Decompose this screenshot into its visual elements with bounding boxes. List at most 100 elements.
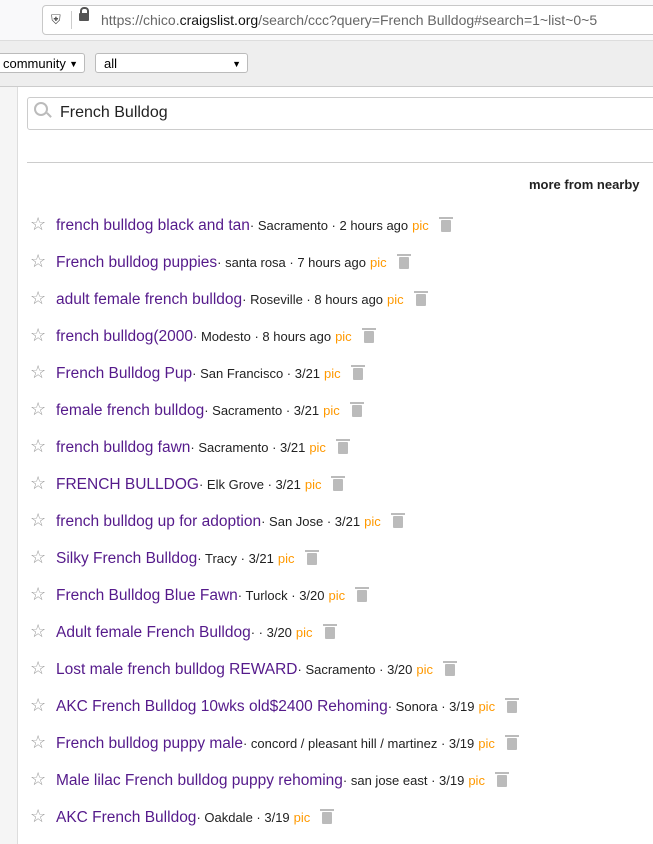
trash-icon[interactable] [320,809,335,824]
star-icon[interactable]: ☆ [30,473,56,494]
more-from-nearby-heading: more from nearby [529,177,640,192]
star-icon[interactable]: ☆ [30,214,56,235]
result-row: ☆ French bulldog puppies · santa rosa · 7… [30,251,411,273]
trash-icon[interactable] [396,254,411,269]
result-row: ☆ French Bulldog Pup · San Francisco · 3/… [30,362,365,384]
result-meta: · san jose east · 3/19 [342,773,465,788]
result-meta: · Elk Grove · 3/21 [198,477,301,492]
result-title-link[interactable]: french bulldog up for adoption [56,513,261,531]
result-title-link[interactable]: adult female french bulldog [56,291,242,309]
result-title-link[interactable]: french bulldog black and tan [56,217,250,235]
pic-badge: pic [309,440,326,455]
result-row: ☆ French Bulldog Blue Fawn · Turlock · 3/… [30,584,370,606]
trash-icon[interactable] [438,217,453,232]
filter-toolbar: community ▼ all ▼ [0,41,653,87]
pic-badge: pic [304,477,322,492]
result-title-link[interactable]: FRENCH BULLDOG [56,476,199,494]
result-title-link[interactable]: French Bulldog Blue Fawn [56,587,238,605]
pic-badge: pic [324,366,341,381]
result-row: ☆ french bulldog fawn · Sacramento · 3/21… [30,436,350,458]
trash-icon[interactable] [390,513,405,528]
star-icon[interactable]: ☆ [30,584,56,605]
trash-icon[interactable] [494,772,509,787]
star-icon[interactable]: ☆ [30,399,56,420]
star-icon[interactable]: ☆ [30,288,56,309]
star-icon[interactable]: ☆ [30,806,56,827]
pic-badge: pic [478,736,495,751]
pic-badge: pic [364,514,381,529]
star-icon[interactable]: ☆ [30,325,56,346]
result-meta: · Sonora · 3/19 [387,699,475,714]
result-row: ☆ AKC French Bulldog · Oakdale · 3/19 pic [30,806,335,828]
result-title-link[interactable]: french bulldog fawn [56,439,190,457]
star-icon[interactable]: ☆ [30,769,56,790]
search-icon [34,102,48,116]
result-title-link[interactable]: French Bulldog Pup [56,365,192,383]
result-title-link[interactable]: AKC French Bulldog [56,809,196,827]
search-input[interactable] [58,103,562,123]
result-title-link[interactable]: female french bulldog [56,402,204,420]
result-meta: · Sacramento · 3/20 [297,662,413,677]
trash-icon[interactable] [355,587,370,602]
pic-badge: pic [293,810,311,825]
star-icon[interactable]: ☆ [30,251,56,272]
star-icon[interactable]: ☆ [30,362,56,383]
star-icon[interactable]: ☆ [30,658,56,679]
result-title-link[interactable]: french bulldog(2000 [56,328,193,346]
result-title-link[interactable]: Lost male french bulldog REWARD [56,661,298,679]
trash-icon[interactable] [504,735,519,750]
search-box [27,97,653,130]
trash-icon[interactable] [413,291,428,306]
pic-badge: pic [323,403,340,418]
divider [27,162,653,163]
result-meta: · Roseville · 8 hours ago [242,292,384,307]
star-icon[interactable]: ☆ [30,436,56,457]
lock-icon [79,7,89,21]
result-meta: · Sacramento · 3/21 [190,440,306,455]
result-meta: · Modesto · 8 hours ago [193,329,332,344]
trash-icon[interactable] [304,550,319,565]
url-field[interactable]: ⛨ https://chico.craigslist.org/search/cc… [42,5,653,35]
pic-badge: pic [295,625,313,640]
result-row: ☆ AKC French Bulldog 10wks old$2400 Rehom… [30,695,520,717]
trash-icon[interactable] [349,402,364,417]
result-row: ☆ french bulldog black and tan · Sacramen… [30,214,453,236]
trash-icon[interactable] [322,624,337,639]
result-title-link[interactable]: French bulldog puppies [56,254,217,272]
result-meta: · Turlock · 3/20 [237,588,325,603]
trash-icon[interactable] [361,328,376,343]
trash-icon[interactable] [505,698,520,713]
trash-icon[interactable] [335,439,350,454]
result-title-link[interactable]: AKC French Bulldog 10wks old$2400 Rehomi… [56,698,388,716]
star-icon[interactable]: ☆ [30,695,56,716]
chevron-down-icon: ▼ [232,59,241,69]
trash-icon[interactable] [331,476,346,491]
result-meta: · concord / pleasant hill / martinez · 3… [242,736,475,751]
subcategory-select[interactable]: all ▼ [95,53,248,73]
category-select[interactable]: community ▼ [0,53,85,73]
divider [71,11,72,29]
result-row: ☆ french bulldog up for adoption · San Jo… [30,510,405,532]
pic-badge: pic [412,218,429,233]
result-row: ☆ Lost male french bulldog REWARD · Sacra… [30,658,458,680]
trash-icon[interactable] [350,365,365,380]
result-title-link[interactable]: French bulldog puppy male [56,735,243,753]
star-icon[interactable]: ☆ [30,510,56,531]
pic-badge: pic [468,773,485,788]
result-row: ☆ FRENCH BULLDOG · Elk Grove · 3/21 pic [30,473,346,495]
star-icon[interactable]: ☆ [30,621,56,642]
shield-icon: ⛨ [51,12,61,27]
result-title-link[interactable]: Adult female French Bulldog [56,624,251,642]
result-meta: · Tracy · 3/21 [197,551,274,566]
result-title-link[interactable]: Silky French Bulldog [56,550,197,568]
star-icon[interactable]: ☆ [30,547,56,568]
result-meta: · Sacramento · 2 hours ago [249,218,409,233]
result-row: ☆ french bulldog(2000 · Modesto · 8 hours… [30,325,376,347]
star-icon[interactable]: ☆ [30,732,56,753]
result-meta: · · 3/20 [250,625,292,640]
result-row: ☆ Male lilac French bulldog puppy rehomin… [30,769,509,791]
result-title-link[interactable]: Male lilac French bulldog puppy rehoming [56,772,343,790]
url-text: https://chico.craigslist.org/search/ccc?… [101,12,598,28]
browser-address-bar: ⛨ https://chico.craigslist.org/search/cc… [0,0,653,41]
trash-icon[interactable] [443,661,458,676]
